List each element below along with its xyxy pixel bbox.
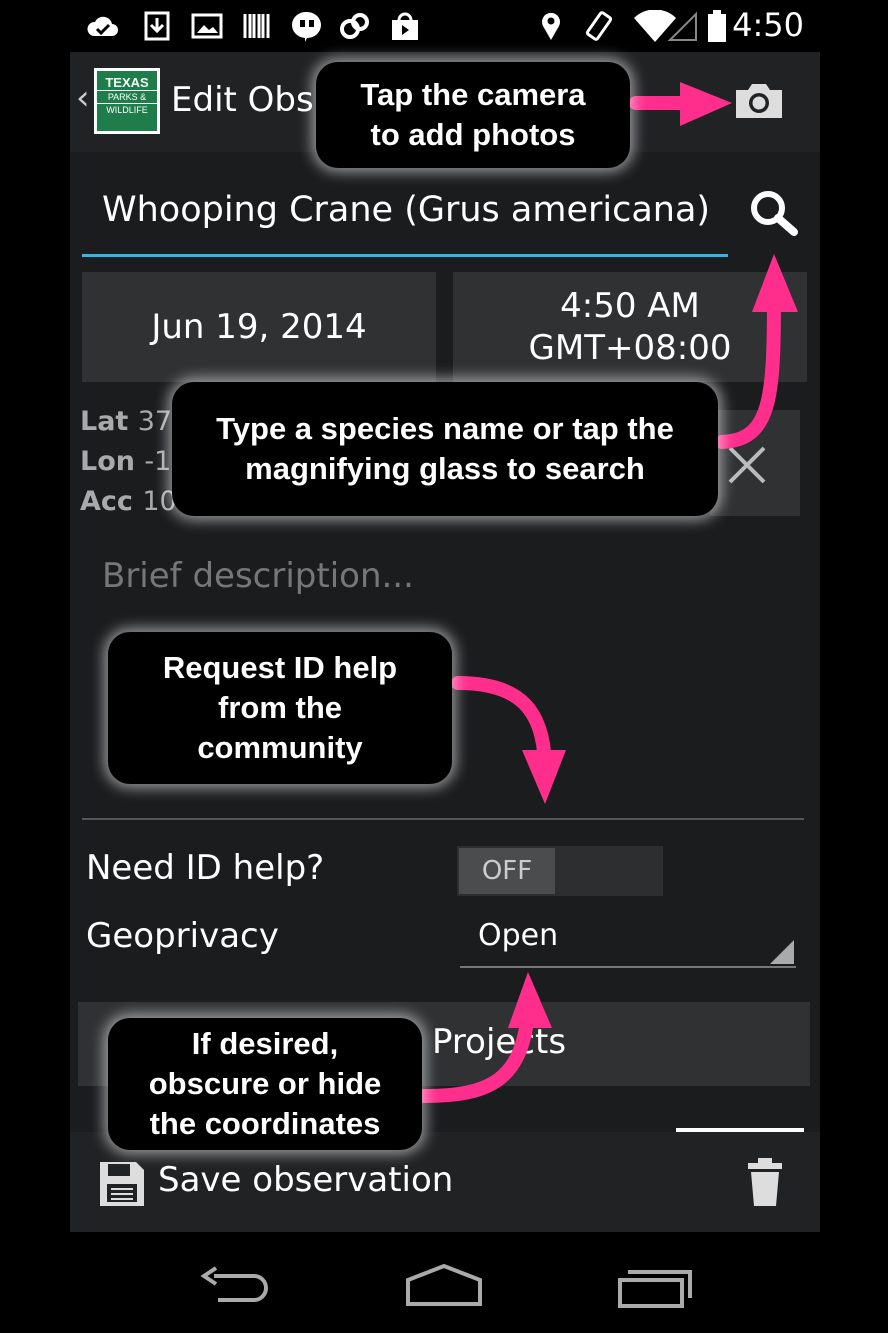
id-help-arrowhead bbox=[522, 750, 566, 804]
search-arrowhead bbox=[752, 254, 798, 312]
search-arrow bbox=[715, 293, 781, 449]
geoprivacy-arrowhead bbox=[508, 972, 552, 1028]
callout-text: Request ID help from the community bbox=[162, 650, 398, 765]
camera-arrowhead bbox=[680, 82, 732, 126]
species-callout: Type a species name or tap the magnifyin… bbox=[172, 382, 718, 516]
callout-text: Type a species name or tap the magnifyin… bbox=[216, 411, 674, 486]
camera-callout: Tap the camera to add photos bbox=[316, 62, 630, 168]
callout-text: Tap the camera to add photos bbox=[360, 77, 586, 152]
id-help-callout: Request ID help from the community bbox=[108, 632, 452, 784]
callout-text: If desired, obscure or hide the coordina… bbox=[148, 1026, 382, 1141]
geoprivacy-callout: If desired, obscure or hide the coordina… bbox=[108, 1018, 422, 1150]
